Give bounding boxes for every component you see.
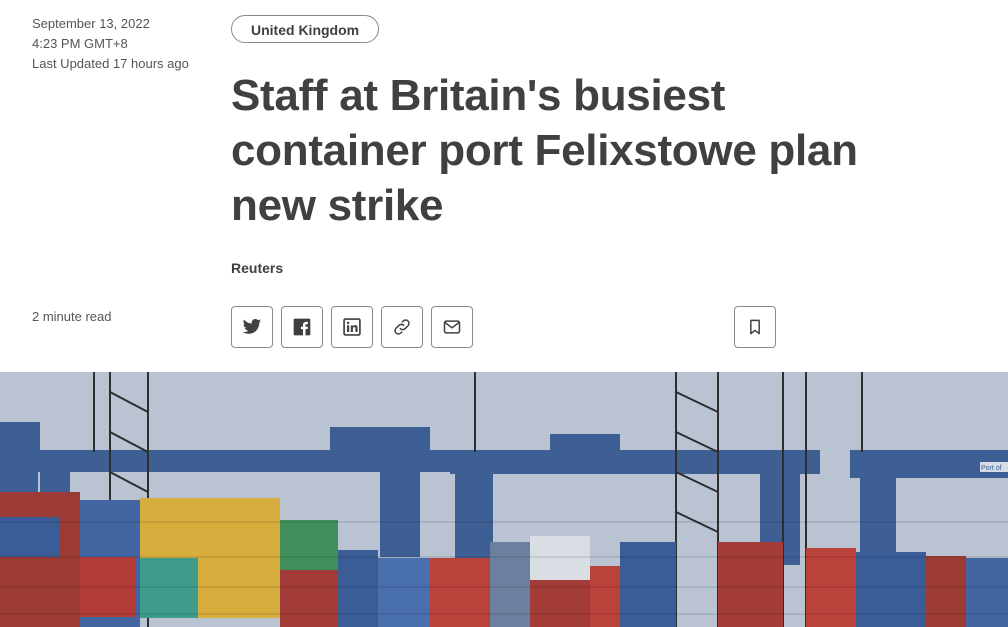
- share-bar: [231, 306, 473, 348]
- topic-tag-link[interactable]: United Kingdom: [231, 15, 380, 43]
- share-facebook-button[interactable]: [281, 306, 323, 348]
- byline[interactable]: Reuters: [231, 260, 283, 276]
- read-time: 2 minute read: [32, 309, 112, 324]
- twitter-icon: [242, 319, 262, 334]
- share-email-button[interactable]: [431, 306, 473, 348]
- linkedin-icon: [343, 318, 361, 336]
- headline: Staff at Britain's busiest container por…: [231, 71, 858, 230]
- share-linkedin-button[interactable]: [331, 306, 373, 348]
- bookmark-icon: [750, 319, 760, 335]
- publish-time: 4:23 PM GMT+8: [32, 36, 128, 51]
- port-sign-text: Port of: [981, 465, 1002, 472]
- publish-date: September 13, 2022: [32, 16, 150, 31]
- bookmark-button[interactable]: [734, 306, 776, 348]
- facebook-icon: [293, 318, 311, 336]
- share-twitter-button[interactable]: [231, 306, 273, 348]
- copy-link-button[interactable]: [381, 306, 423, 348]
- article-meta: September 13, 2022 4:23 PM GMT+8 Last Up…: [32, 14, 189, 74]
- email-icon: [443, 320, 461, 334]
- hero-photo: Port of: [0, 372, 1008, 627]
- last-updated: Last Updated 17 hours ago: [32, 56, 189, 71]
- hero-image-port-containers: Port of: [0, 372, 1008, 627]
- link-icon: [394, 319, 410, 335]
